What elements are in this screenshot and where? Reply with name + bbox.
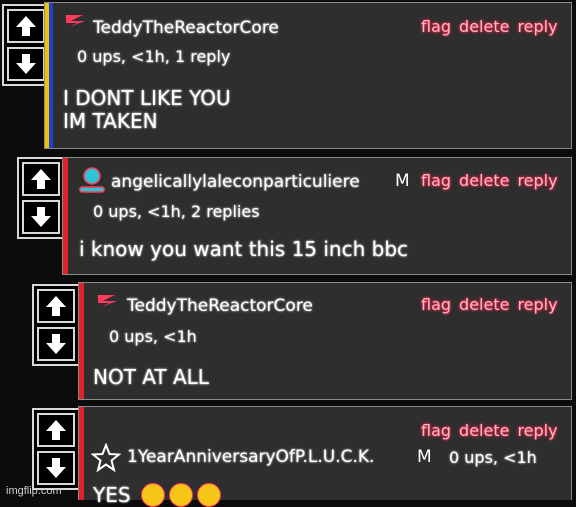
reply-link[interactable]: reply <box>517 295 557 314</box>
comment-username[interactable]: TeddyTheReactorCore <box>93 18 279 38</box>
comment-3: TeddyTheReactorCore flag delete reply 0 … <box>78 282 572 400</box>
reactor-logo-icon <box>63 11 89 31</box>
upvote-button[interactable] <box>37 413 75 447</box>
delete-link[interactable]: delete <box>459 295 509 314</box>
delete-link[interactable]: delete <box>459 171 509 190</box>
upvote-button[interactable] <box>22 162 60 196</box>
comment-meta: 0 ups, <1h <box>449 448 537 467</box>
downvote-button[interactable] <box>22 200 60 234</box>
comment-body: NOT AT ALL <box>93 365 209 389</box>
reply-link[interactable]: reply <box>517 17 557 36</box>
vote-controls-2 <box>17 157 65 239</box>
watermark: imgflip.com <box>6 485 62 497</box>
downvote-button[interactable] <box>7 47 45 81</box>
comment-body-text: YES <box>93 482 131 507</box>
arrow-down-icon <box>31 207 51 227</box>
flag-link[interactable]: flag <box>421 171 451 190</box>
comment-username[interactable]: angelicallylaleconparticuliere <box>111 172 360 192</box>
delete-link[interactable]: delete <box>459 17 509 36</box>
arrow-up-icon <box>31 169 51 189</box>
comment-stripe <box>49 3 53 148</box>
vote-controls-4 <box>32 408 80 490</box>
person-icon <box>77 166 107 194</box>
arrow-down-icon <box>16 54 36 74</box>
comment-actions: flag delete reply <box>421 17 558 36</box>
comment-4: flag delete reply 1YearAnniversaryOfP.L.… <box>78 406 572 507</box>
mod-badge: M <box>417 447 432 467</box>
reply-link[interactable]: reply <box>517 421 557 440</box>
comment-actions: flag delete reply <box>421 295 558 314</box>
arrow-up-icon <box>16 16 36 36</box>
arrow-down-icon <box>46 458 66 478</box>
arrow-down-icon <box>46 334 66 354</box>
arrow-up-icon <box>46 296 66 316</box>
vote-controls-3 <box>32 284 80 366</box>
reactor-logo-icon <box>95 291 121 311</box>
comment-username[interactable]: 1YearAnniversaryOfP.L.U.C.K. <box>127 447 374 467</box>
comment-username[interactable]: TeddyTheReactorCore <box>127 296 313 316</box>
vote-controls-1 <box>2 4 50 86</box>
comment-actions: flag delete reply <box>421 171 558 190</box>
flag-link[interactable]: flag <box>421 295 451 314</box>
comment-stripe <box>63 158 68 274</box>
arrow-up-icon <box>46 420 66 440</box>
reply-link[interactable]: reply <box>517 171 557 190</box>
delete-link[interactable]: delete <box>459 421 509 440</box>
comment-stripe <box>79 283 84 399</box>
comment-2: angelicallylaleconparticuliere M flag de… <box>62 157 572 275</box>
heart-eyes-emoji <box>168 483 193 507</box>
comment-meta: 0 ups, <1h, 2 replies <box>93 202 260 221</box>
upvote-button[interactable] <box>7 9 45 43</box>
flag-link[interactable]: flag <box>421 421 451 440</box>
comment-body: i know you want this 15 inch bbc <box>79 237 409 261</box>
upvote-button[interactable] <box>37 289 75 323</box>
downvote-button[interactable] <box>37 451 75 485</box>
comment-body: I DONT LIKE YOU IM TAKEN <box>63 86 231 133</box>
downvote-button[interactable] <box>37 327 75 361</box>
comment-body: YES <box>93 483 221 507</box>
star-icon <box>91 443 121 473</box>
comment-meta: 0 ups, <1h <box>109 327 197 346</box>
mod-badge: M <box>395 171 410 191</box>
comment-actions: flag delete reply <box>421 421 558 440</box>
flag-link[interactable]: flag <box>421 17 451 36</box>
heart-eyes-emoji <box>140 483 165 507</box>
comment-1: TeddyTheReactorCore flag delete reply 0 … <box>44 2 572 149</box>
comment-stripe <box>79 407 84 500</box>
comment-meta: 0 ups, <1h, 1 reply <box>77 47 231 66</box>
heart-eyes-emoji <box>196 483 221 507</box>
